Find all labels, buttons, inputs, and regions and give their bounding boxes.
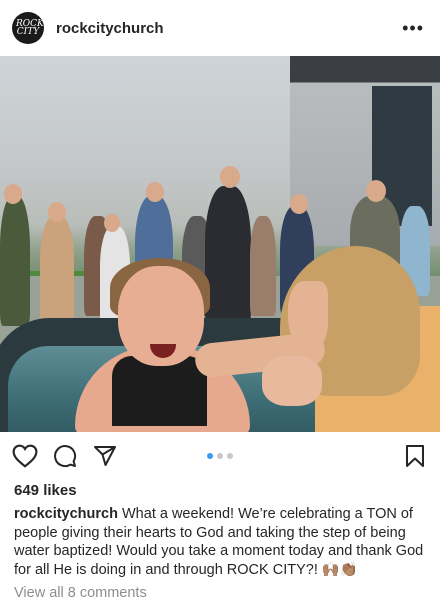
bookmark-icon[interactable]: [402, 443, 428, 469]
crowd-person: [205, 186, 251, 326]
crowd-head: [48, 202, 66, 222]
caption-username[interactable]: rockcitychurch: [14, 506, 118, 522]
action-bar: [0, 432, 440, 480]
crowd-head: [366, 180, 386, 202]
carousel-dot-active: [207, 453, 213, 459]
crowd-head: [220, 166, 240, 188]
crowd-head: [4, 184, 22, 204]
caption: rockcitychurch What a weekend! We’re cel…: [0, 499, 440, 579]
avatar[interactable]: ROCK CITY: [12, 12, 44, 44]
send-icon[interactable]: [92, 443, 118, 469]
crowd-head: [104, 214, 120, 232]
carousel-dot: [227, 453, 233, 459]
username[interactable]: rockcitychurch: [56, 20, 398, 37]
more-options-icon[interactable]: •••: [398, 14, 428, 43]
post-header: ROCK CITY rockcitychurch •••: [0, 0, 440, 56]
clasped-hands: [262, 356, 322, 406]
view-comments-link[interactable]: View all 8 comments: [0, 579, 440, 601]
avatar-logo-text: ROCK CITY: [16, 19, 44, 37]
post-photo[interactable]: [0, 56, 440, 432]
swimsuit: [112, 356, 207, 426]
crowd-person: [40, 216, 74, 326]
crowd-person: [0, 196, 30, 326]
carousel-indicator: [207, 453, 233, 459]
like-count[interactable]: 649 likes: [0, 482, 440, 499]
crowd-head: [290, 194, 308, 214]
crowd-person: [250, 216, 276, 316]
carousel-dot: [217, 453, 223, 459]
crowd-head: [146, 182, 164, 202]
comment-icon[interactable]: [52, 443, 78, 469]
heart-icon[interactable]: [12, 443, 38, 469]
